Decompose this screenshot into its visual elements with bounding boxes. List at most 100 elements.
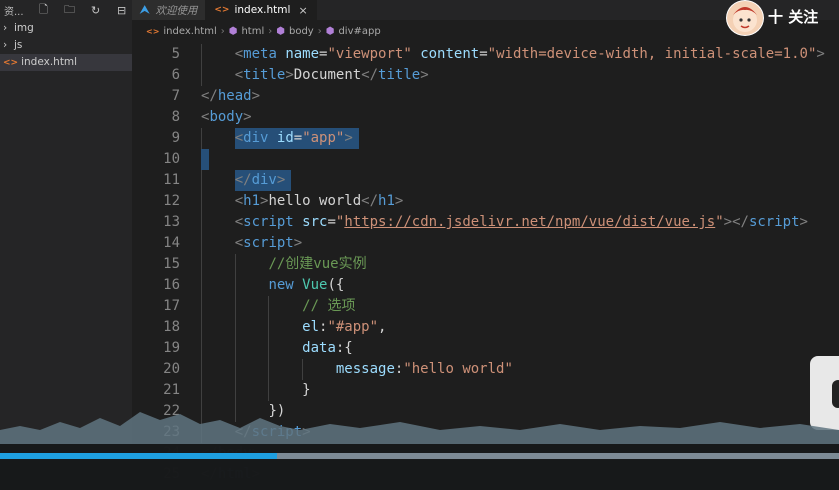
code-token: el [302, 319, 320, 335]
follow-button[interactable]: 十 关注 [768, 6, 818, 27]
code-token: = [327, 214, 336, 230]
code-line[interactable]: 11 </div> [132, 170, 839, 191]
code-token: = [479, 46, 488, 62]
code-token: "viewport" [327, 46, 412, 62]
code-token: > [251, 88, 261, 104]
code-text: new Vue({ [268, 275, 344, 296]
code-token: meta [243, 46, 277, 62]
code-line[interactable]: 9 <div id="app"> [132, 128, 839, 149]
code-token: </ [361, 67, 379, 83]
code-token: // 选项 [302, 298, 356, 314]
explorer-header: 资... 🗋 🗀 ↻ ⊟ [0, 0, 132, 20]
indent-guide [268, 380, 270, 401]
code-token: , [378, 319, 387, 335]
code-text: </div> [235, 170, 286, 191]
code-token: //创建vue实例 [268, 256, 367, 272]
line-number: 10 [163, 151, 180, 167]
code-token: id [276, 130, 294, 146]
indent-guide [201, 254, 202, 275]
code-token: > [285, 67, 294, 83]
code-line[interactable]: 5 <meta name="viewport" content="width=de… [132, 44, 839, 65]
code-token: data [302, 340, 336, 356]
indent-guide [201, 275, 202, 296]
tree-item-js[interactable]: › js [0, 37, 132, 54]
text-selection [201, 149, 210, 170]
new-folder-icon[interactable]: 🗀 [64, 3, 76, 16]
code-line[interactable]: 20 message:"hello world" [132, 359, 839, 380]
code-token: < [234, 193, 244, 209]
code-token: > [816, 46, 825, 62]
code-token: new [268, 277, 294, 293]
code-line[interactable]: 7 </head> [132, 86, 839, 107]
indent-guide [201, 65, 202, 86]
code-token: "width=device-width, initial-scale=1.0" [487, 46, 817, 62]
code-token: > [344, 130, 353, 146]
code-token: Document [293, 67, 362, 83]
code-token: < [234, 235, 244, 251]
indent-guide [201, 296, 202, 317]
code-token: "hello world" [403, 361, 513, 377]
breadcrumb-item[interactable]: html [241, 26, 264, 37]
code-line[interactable]: 17 // 选项 [132, 296, 839, 317]
code-line[interactable]: 14 <script> [132, 233, 839, 254]
video-progress-fill[interactable] [0, 453, 277, 459]
code-token: body [209, 109, 244, 125]
code-line[interactable]: 8 <body> [132, 107, 839, 128]
code-token: "app" [302, 130, 345, 146]
code-line[interactable]: 13 <script src="https://cdn.jsdelivr.net/… [132, 212, 839, 233]
indent-guide [201, 191, 202, 212]
uploader-avatar[interactable] [726, 0, 764, 36]
code-token: > [276, 172, 286, 188]
code-line[interactable]: 19 data:{ [132, 338, 839, 359]
indent-guide [234, 275, 236, 296]
code-text: // 选项 [302, 296, 355, 317]
tree-item-label: img [14, 22, 34, 34]
code-token: head [217, 88, 252, 104]
line-number: 17 [163, 298, 180, 314]
tab-welcome[interactable]: ⮝ 欢迎使用 [132, 0, 207, 20]
code-text: </head> [201, 86, 260, 107]
new-file-icon[interactable]: 🗋 [38, 3, 50, 16]
breadcrumb-item[interactable]: body [289, 26, 314, 37]
code-line[interactable]: 16 new Vue({ [132, 275, 839, 296]
code-token: content [420, 46, 480, 62]
code-text: <h1>hello world</h1> [235, 191, 404, 212]
code-token: script [243, 235, 294, 251]
code-line[interactable]: 15 //创建vue实例 [132, 254, 839, 275]
code-token: script [748, 214, 800, 230]
code-token: script [243, 214, 294, 230]
code-line[interactable]: 6 <title>Document</title> [132, 65, 839, 86]
indent-guide [201, 359, 202, 380]
collapse-all-icon[interactable]: ⊟ [116, 4, 128, 17]
indent-guide [201, 44, 202, 65]
line-number: 19 [163, 340, 180, 356]
code-line[interactable]: 12 <h1>hello world</h1> [132, 191, 839, 212]
code-token: h1 [243, 193, 261, 209]
code-line[interactable]: 10 [132, 149, 839, 170]
code-token: </ [201, 88, 218, 104]
code-token: :{ [335, 340, 353, 356]
close-icon[interactable]: × [298, 4, 307, 17]
line-number: 16 [163, 277, 180, 293]
code-token: < [234, 214, 244, 230]
breadcrumb-item[interactable]: index.html [163, 26, 216, 37]
tree-item-img[interactable]: › img [0, 20, 132, 37]
indent-guide [201, 212, 202, 233]
code-text: <body> [201, 107, 252, 128]
code-text: <title>Document</title> [235, 65, 429, 86]
code-line[interactable]: 21} [132, 380, 839, 401]
line-number: 14 [163, 235, 180, 251]
element-icon: ⬢ [276, 25, 285, 37]
code-token: = [293, 130, 303, 146]
refresh-icon[interactable]: ↻ [90, 4, 102, 17]
code-line[interactable]: 18 el:"#app", [132, 317, 839, 338]
tab-index-html[interactable]: <> index.html × [206, 0, 317, 20]
code-text: } [302, 380, 310, 401]
tree-item-index-html[interactable]: <> index.html [0, 54, 132, 71]
indent-guide [268, 359, 270, 380]
code-text: <div id="app"> [235, 128, 353, 149]
breadcrumb-item[interactable]: div#app [338, 26, 380, 37]
